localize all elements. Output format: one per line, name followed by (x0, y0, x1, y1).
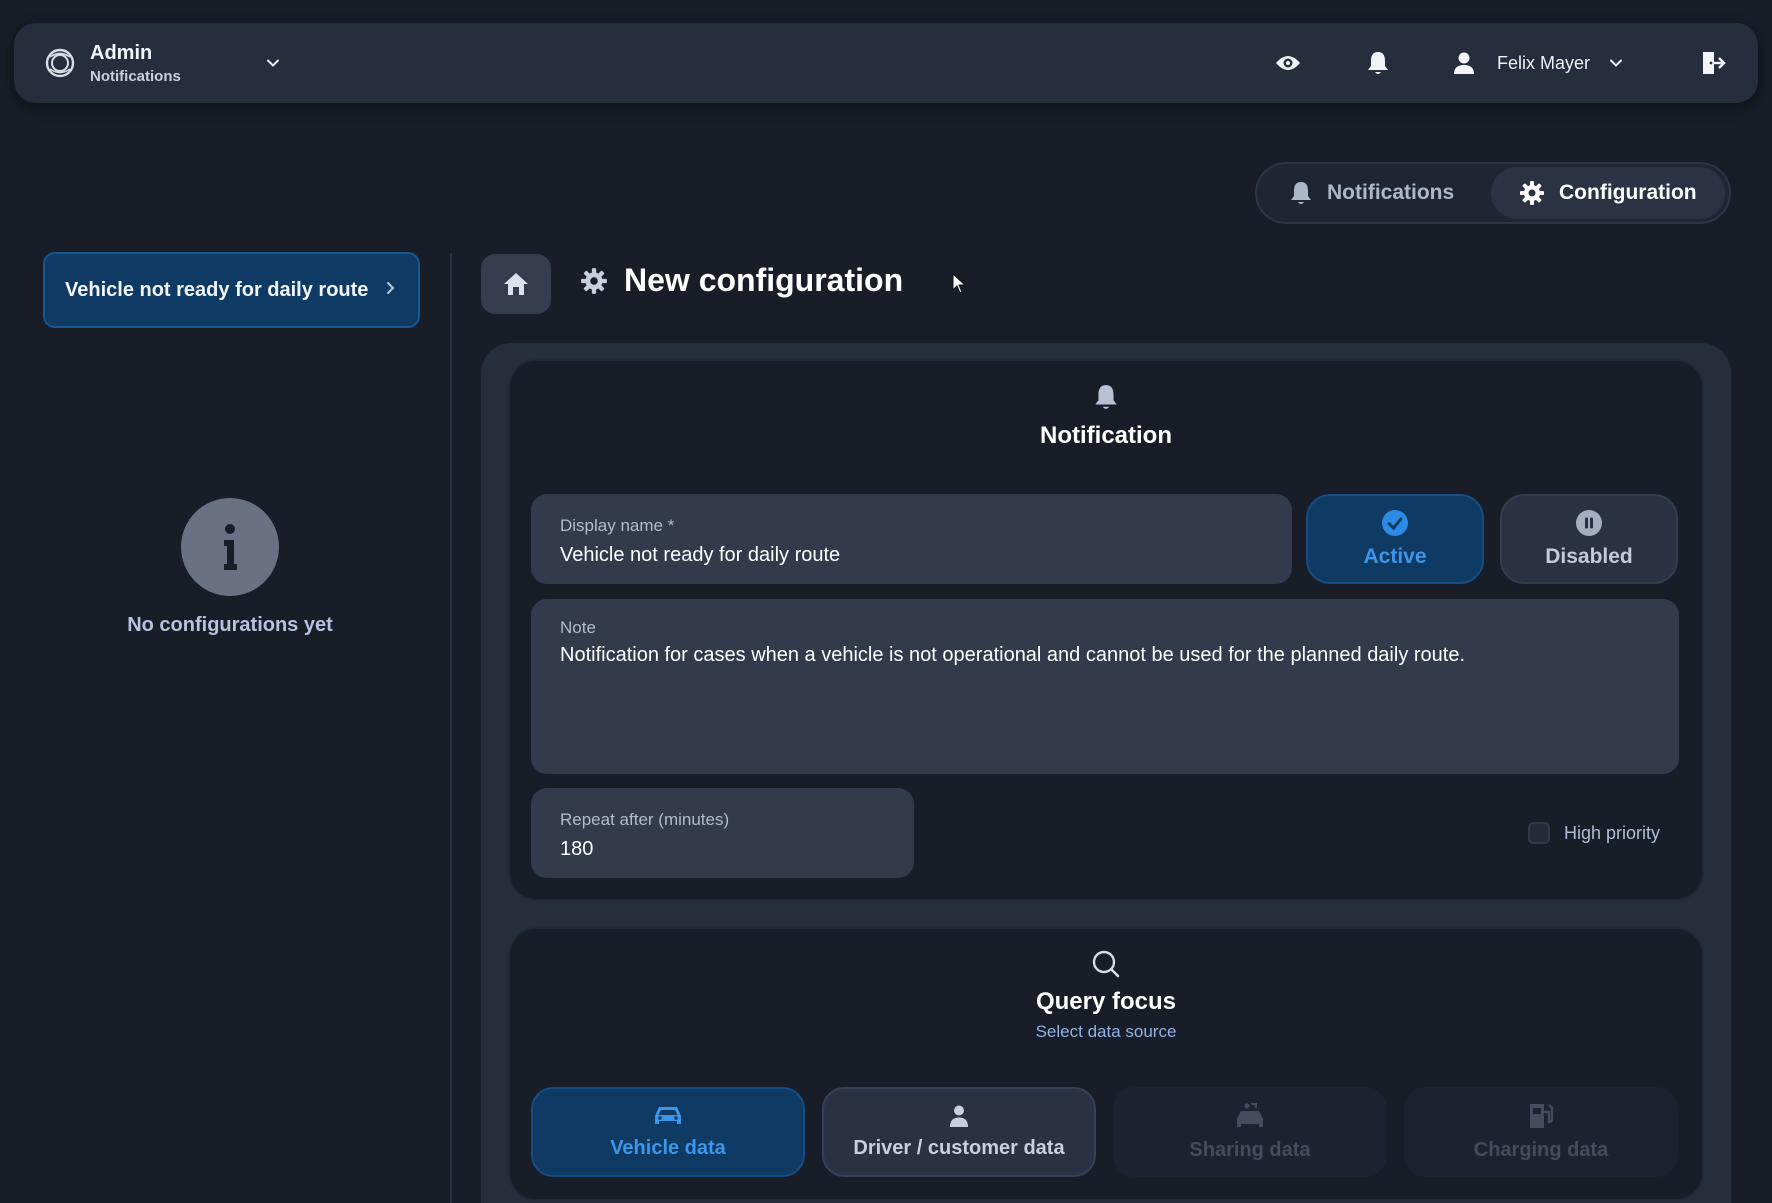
eye-icon[interactable] (1273, 48, 1303, 78)
search-icon (1092, 950, 1120, 978)
display-name-input[interactable]: Vehicle not ready for daily route (560, 544, 1263, 567)
source-driver-customer-data-button[interactable]: Driver / customer data (822, 1087, 1096, 1177)
sidebar-item-label: Vehicle not ready for daily route (65, 278, 369, 301)
charging-icon (1530, 1104, 1554, 1128)
note-field[interactable]: Note Notification for cases when a vehic… (531, 599, 1679, 774)
top-bar: Admin Notifications Felix Mayer (14, 23, 1758, 103)
bell-icon[interactable] (1363, 48, 1393, 78)
status-disabled-button[interactable]: Disabled (1500, 494, 1678, 584)
status-disabled-label: Disabled (1545, 545, 1633, 568)
chevron-down-icon[interactable] (1606, 53, 1626, 73)
app-subtitle: Notifications (90, 67, 181, 85)
query-focus-header: Query focus Select data source (510, 949, 1702, 1042)
tab-notifications[interactable]: Notifications (1261, 167, 1491, 219)
note-label: Note (560, 618, 596, 637)
app-title: Admin (90, 41, 153, 64)
gear-icon (1520, 181, 1544, 205)
chevron-down-icon[interactable] (263, 53, 283, 73)
source-vehicle-data-label: Vehicle data (610, 1137, 726, 1159)
source-charging-data-label: Charging data (1473, 1139, 1609, 1161)
notification-card-header: Notification (510, 383, 1702, 450)
status-active-label: Active (1363, 545, 1427, 568)
tab-configuration-label: Configuration (1559, 181, 1697, 204)
high-priority-label: High priority (1564, 822, 1661, 843)
note-textarea[interactable]: Notification for cases when a vehicle is… (560, 644, 1650, 667)
source-sharing-data-button: Sharing data (1113, 1087, 1387, 1177)
user-name[interactable]: Felix Mayer (1497, 53, 1590, 74)
bell-icon (1291, 182, 1311, 204)
empty-state-text: No configurations yet (127, 614, 333, 636)
repeat-after-field[interactable]: Repeat after (minutes) 180 (531, 788, 914, 878)
query-focus-subtitle: Select data source (1035, 1022, 1177, 1041)
home-button[interactable] (481, 254, 551, 314)
person-icon (950, 1105, 968, 1127)
status-active-button[interactable]: Active (1306, 494, 1484, 584)
display-name-label: Display name * (560, 516, 675, 535)
notification-card-title: Notification (1040, 422, 1172, 449)
display-name-field[interactable]: Display name * Vehicle not ready for dai… (531, 494, 1292, 584)
chevron-right-icon (382, 279, 398, 302)
page-header: New configuration (580, 262, 903, 299)
info-icon (181, 498, 279, 596)
query-focus-title: Query focus (1035, 988, 1177, 1015)
repeat-after-input[interactable]: 180 (560, 838, 885, 861)
high-priority-option[interactable]: High priority (1528, 822, 1660, 844)
source-driver-customer-data-label: Driver / customer data (853, 1137, 1065, 1159)
page-title: New configuration (624, 262, 904, 298)
user-icon[interactable] (1449, 48, 1479, 78)
source-sharing-data-label: Sharing data (1189, 1139, 1311, 1161)
car-share-icon (1237, 1103, 1263, 1127)
logout-icon[interactable] (1698, 48, 1728, 78)
tab-configuration[interactable]: Configuration (1491, 167, 1725, 219)
home-icon (504, 273, 528, 295)
bell-icon (1095, 385, 1117, 409)
empty-state: No configurations yet (80, 498, 380, 637)
source-vehicle-data-button[interactable]: Vehicle data (531, 1087, 805, 1177)
gear-icon (581, 267, 607, 294)
sidebar-divider (450, 253, 452, 1203)
car-icon (655, 1107, 681, 1124)
mouse-cursor-icon (952, 272, 967, 300)
app-logo-icon (44, 47, 76, 79)
tab-notifications-label: Notifications (1327, 181, 1455, 204)
app-switcher[interactable]: Admin Notifications (90, 42, 181, 85)
sidebar-item-configuration[interactable]: Vehicle not ready for daily route (43, 252, 420, 328)
source-charging-data-button: Charging data (1404, 1087, 1678, 1177)
pause-circle-icon (1576, 510, 1602, 536)
check-circle-icon (1382, 510, 1408, 536)
mode-toggle: Notifications Configuration (1255, 162, 1731, 224)
repeat-after-label: Repeat after (minutes) (560, 810, 730, 829)
high-priority-checkbox[interactable] (1528, 822, 1550, 844)
